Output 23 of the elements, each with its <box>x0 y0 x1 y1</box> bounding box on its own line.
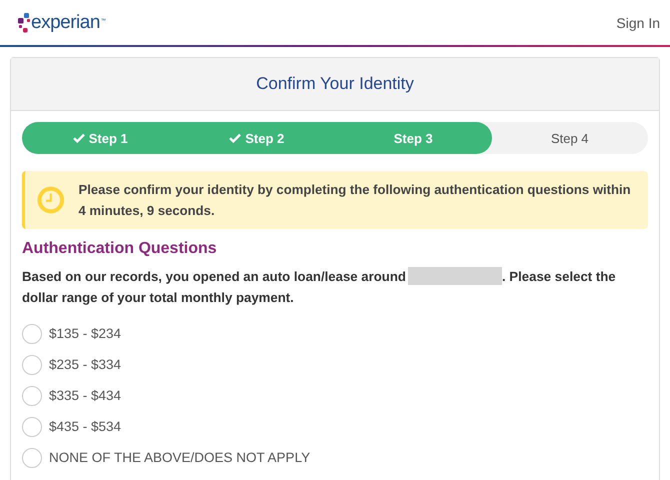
radio-button[interactable] <box>22 324 42 344</box>
radio-button[interactable] <box>22 448 42 468</box>
check-icon <box>72 133 85 143</box>
option-label[interactable]: $235 - $334 <box>49 357 122 372</box>
radio-button[interactable] <box>22 416 42 436</box>
option-label[interactable]: $435 - $534 <box>49 419 122 434</box>
alert-text: Please confirm your identity by completing the following authentication questions within 4 minutes, 9 seconds. <box>78 181 632 220</box>
question-text: Based on our records, you opened an auto loan/lease around . Please select the dollar range of your total monthly payment. <box>22 266 617 307</box>
radio-button[interactable] <box>22 386 42 406</box>
option-label[interactable]: $335 - $434 <box>49 388 122 403</box>
step: Step 1 <box>22 122 178 154</box>
sign-in-link[interactable]: Sign In <box>616 14 660 30</box>
step: Step 3 <box>335 122 492 154</box>
step: Step 4 <box>492 122 648 154</box>
step: Step 2 <box>178 122 335 154</box>
section-heading: Authentication Questions <box>22 240 218 258</box>
option-label[interactable]: $135 - $234 <box>49 326 122 341</box>
logo-text: experian <box>31 12 100 34</box>
check-icon <box>229 133 242 143</box>
option-label[interactable]: NONE OF THE ABOVE/DOES NOT APPLY <box>49 450 310 465</box>
logo-dots-icon <box>18 12 30 32</box>
radio-button[interactable] <box>22 354 42 374</box>
card-title: Confirm Your Identity <box>256 74 414 94</box>
